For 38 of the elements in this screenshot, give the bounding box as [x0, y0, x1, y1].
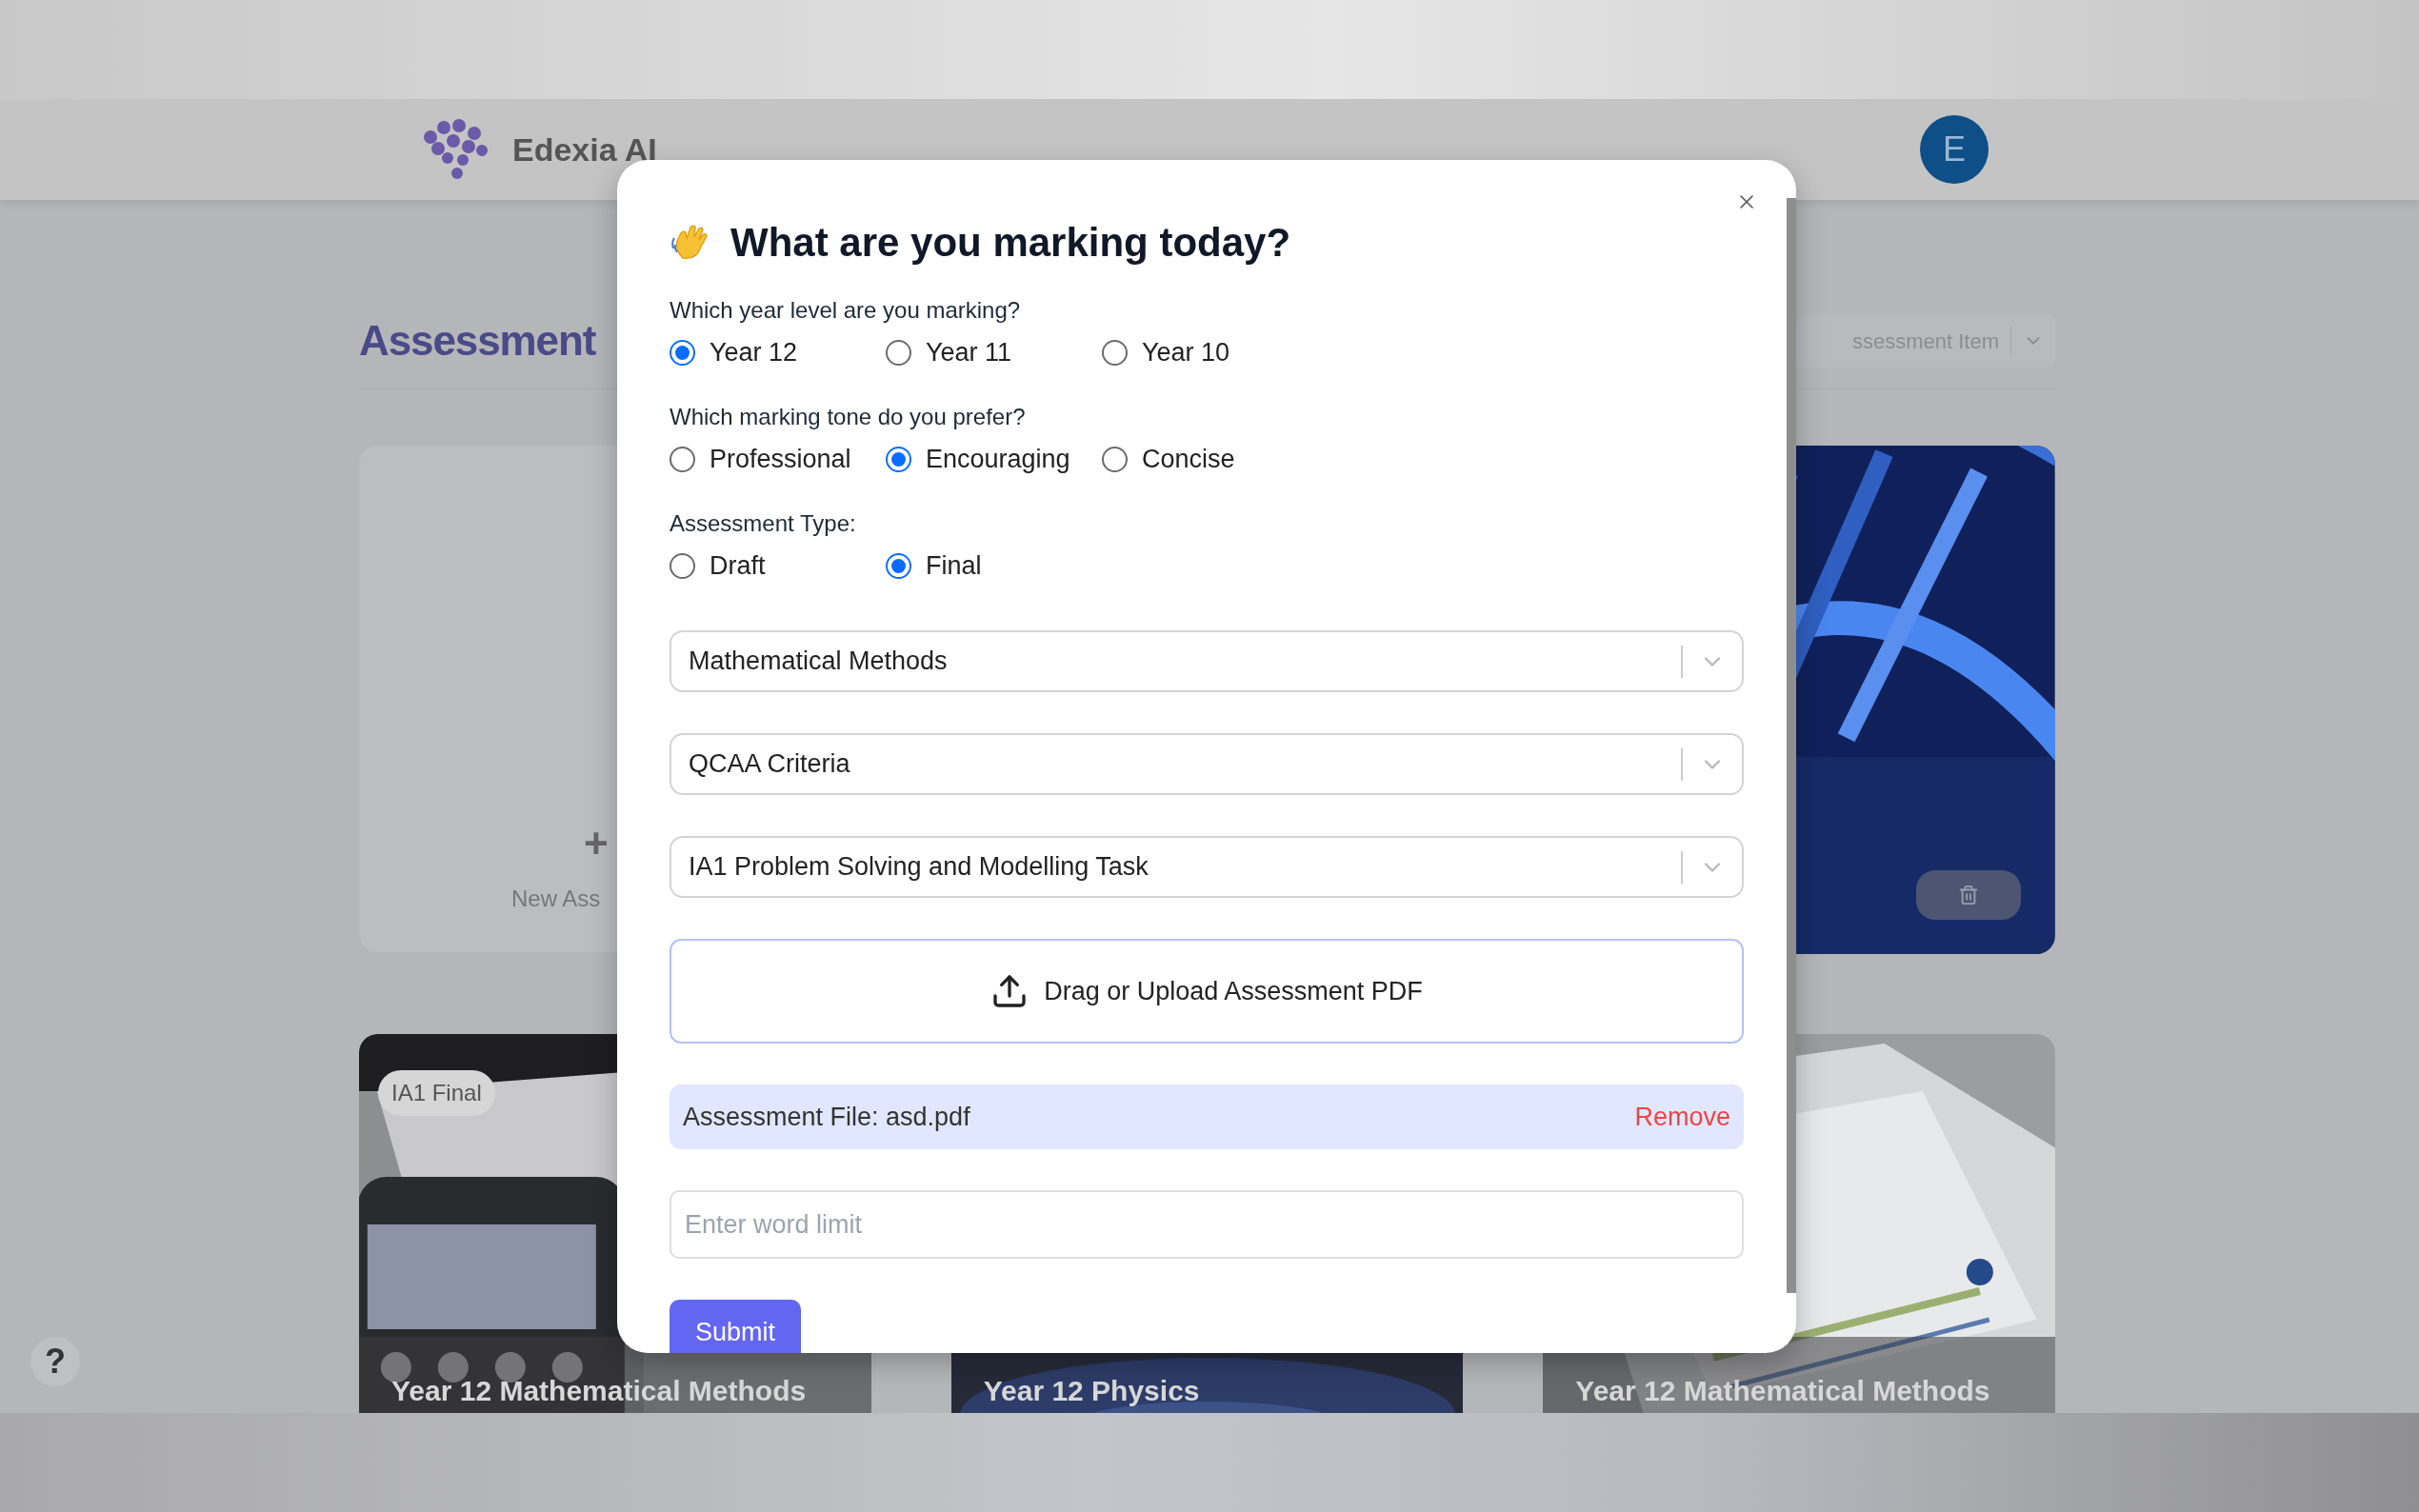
radio-button[interactable]	[1102, 339, 1128, 366]
radio-option[interactable]: Year 12	[670, 335, 886, 369]
radio-button[interactable]	[670, 446, 695, 472]
card-caption: Year 12 Mathematical Methods	[391, 1375, 807, 1406]
dropdown-select[interactable]: Mathematical Methods	[670, 630, 1744, 692]
new-assessment-label: New Ass	[511, 885, 601, 913]
radio-option[interactable]: Year 10	[1102, 335, 1318, 369]
file-name: Assessment File: asd.pdf	[683, 1101, 970, 1133]
help-button[interactable]: ?	[30, 1337, 80, 1386]
page-title: Assessment	[359, 316, 596, 366]
radio-option[interactable]: Concise	[1102, 442, 1318, 476]
radio-button[interactable]	[670, 552, 695, 579]
dropdown-select[interactable]: IA1 Problem Solving and Modelling Task	[670, 836, 1744, 898]
modal-title: What are you marking today?	[730, 218, 1291, 267]
radio-button[interactable]	[886, 446, 911, 472]
radio-button[interactable]	[670, 339, 695, 366]
word-limit-input[interactable]: Enter word limit	[670, 1190, 1744, 1259]
brand-name: Edexia AI	[512, 129, 657, 169]
upload-dropzone[interactable]: Drag or Upload Assessment PDF	[670, 939, 1744, 1044]
question-label: Which marking tone do you prefer?	[670, 403, 1027, 431]
dropdown-select[interactable]: QCAA Criteria	[670, 733, 1744, 795]
card-caption: Year 12 Physics	[983, 1375, 1200, 1406]
card-caption: Year 12 Mathematical Methods	[1575, 1375, 1990, 1406]
plus-icon: +	[584, 821, 609, 866]
radio-option[interactable]: Encouraging	[886, 442, 1102, 476]
radio-option[interactable]: Final	[886, 548, 1102, 583]
modal-scrollbar[interactable]	[1787, 198, 1796, 1293]
submit-button[interactable]: Submit	[670, 1300, 802, 1353]
card-badge: IA1 Final	[378, 1070, 495, 1116]
trash-icon	[1958, 885, 1979, 905]
radio-button[interactable]	[1102, 446, 1128, 472]
user-avatar[interactable]: E	[1920, 115, 1989, 184]
delete-button[interactable]	[1916, 870, 2021, 920]
radio-option[interactable]: Year 11	[886, 335, 1102, 369]
radio-button[interactable]	[886, 552, 911, 579]
question-label: Which year level are you marking?	[670, 296, 1022, 325]
question-label: Assessment Type:	[670, 509, 857, 538]
radio-button[interactable]	[886, 339, 911, 366]
